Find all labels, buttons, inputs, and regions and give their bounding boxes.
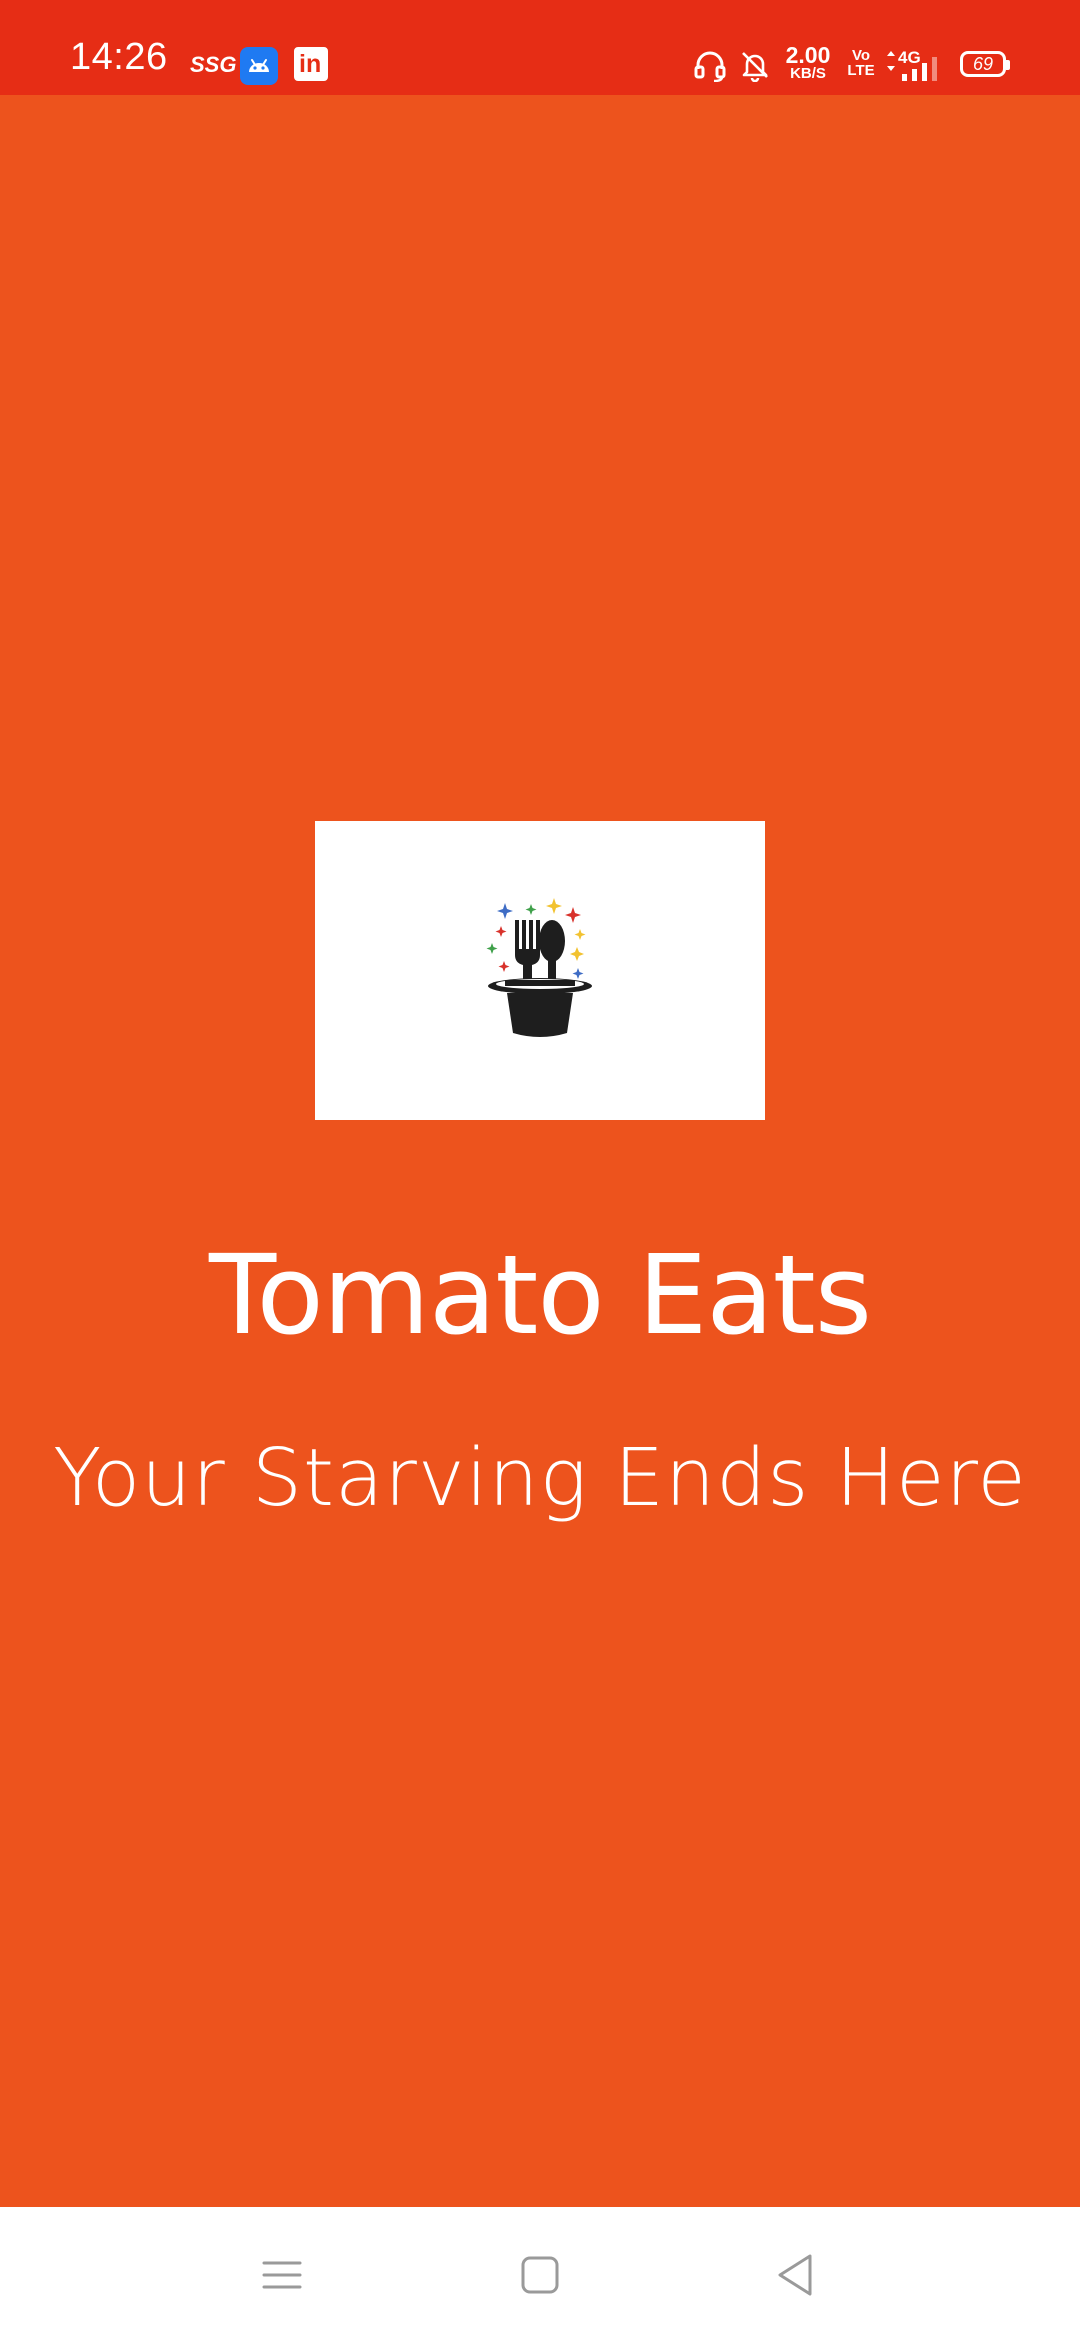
back-icon[interactable] <box>764 2243 828 2307</box>
battery-level: 69 <box>972 54 994 74</box>
network-speed-unit: KB/S <box>790 65 826 82</box>
headset-icon <box>694 51 726 82</box>
app-title: Tomato Eats <box>208 1231 872 1359</box>
home-icon[interactable] <box>508 2243 572 2307</box>
android-icon <box>240 47 278 85</box>
network-speed: 2.00 KB/S <box>780 44 836 82</box>
data-arrows-icon <box>887 51 895 71</box>
network-speed-value: 2.00 <box>785 42 831 68</box>
linkedin-icon: in <box>294 47 328 81</box>
volte-indicator: Vo LTE <box>847 48 875 78</box>
status-time: 14:26 <box>70 36 168 78</box>
battery-icon: 69 <box>960 51 1010 77</box>
signal-icon <box>902 57 937 81</box>
magic-hat-fork-spoon-logo <box>486 898 592 1037</box>
ssg-badge: SSG <box>190 52 237 77</box>
bell-muted-icon <box>742 52 768 82</box>
navigation-bar <box>0 2207 1080 2340</box>
app-logo <box>315 821 765 1120</box>
volte-line1: Vo <box>851 47 871 64</box>
app-tagline: Your Starving Ends Here <box>53 1432 1027 1524</box>
menu-icon[interactable] <box>250 2243 314 2307</box>
volte-line2: LTE <box>847 62 875 79</box>
linkedin-text: in <box>299 50 322 78</box>
status-bar: 14:26 SSG in 2.00 KB/S Vo LTE 4G 69 <box>0 0 1080 95</box>
